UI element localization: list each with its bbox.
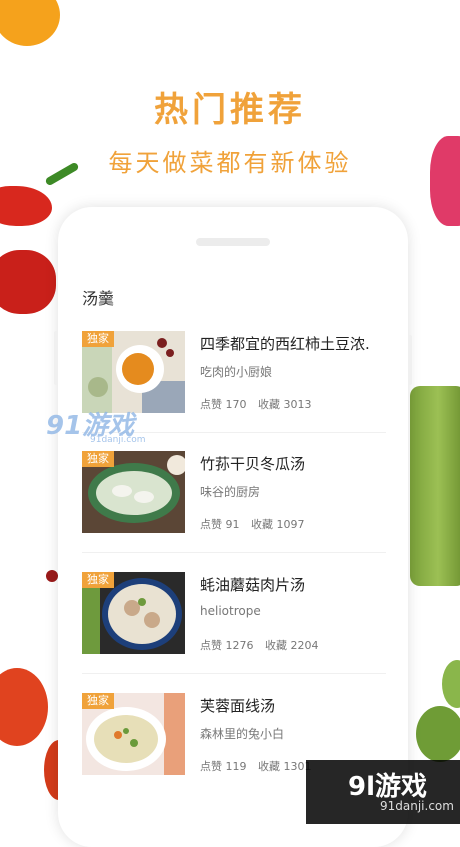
recipe-thumbnail: 独家 [82,693,185,775]
recipe-title: 蚝油蘑菇肉片汤 [200,576,306,594]
cherry-decoration [46,570,58,582]
phone-speaker [196,238,270,246]
recipe-author: 森林里的兔小白 [200,727,285,741]
phone-side-button [54,331,58,385]
favorite-count: 收藏 1097 [251,518,305,531]
recipe-stats: 点赞 170 收藏 3013 [200,396,312,412]
recipe-stats: 点赞 91 收藏 1097 [200,516,305,532]
like-count: 点赞 1276 [200,639,254,652]
list-divider [82,552,386,553]
like-count: 点赞 91 [200,518,240,531]
watermark-logo-left: 91游戏 91danji.com [46,405,145,445]
watermark-corner-logo: 9l游戏 [348,772,428,802]
like-count: 点赞 170 [200,398,247,411]
watermark-corner-url: 91danji.com [380,799,454,813]
recipe-title: 竹荪干贝冬瓜汤 [200,455,306,473]
recipe-author: 味谷的厨房 [200,485,261,499]
page-title: 热门推荐 [154,90,306,130]
recipe-thumbnail: 独家 [82,572,185,654]
recipe-author: 吃肉的小厨娘 [200,365,273,379]
recipe-stats: 点赞 119 收藏 1301 [200,758,312,774]
page-subtitle: 每天做菜都有新体验 [108,149,352,177]
orange-decoration [0,0,60,46]
like-count: 点赞 119 [200,760,247,773]
recipe-item[interactable]: 独家 四季都宜的西红柿土豆浓. 吃肉的小厨娘 点赞 170 收藏 3013 [82,331,412,415]
asparagus-decoration [410,386,460,586]
watermark-url: 91danji.com [90,435,146,445]
favorite-count: 收藏 3013 [258,398,312,411]
exclusive-tag: 独家 [82,331,114,347]
recipe-thumbnail: 独家 [82,331,185,413]
recipe-author: heliotrope [200,604,261,618]
lime-decoration [416,706,460,762]
list-divider [82,673,386,674]
favorite-count: 收藏 1301 [258,760,312,773]
section-title: 汤羹 [82,289,115,308]
recipe-title: 芙蓉面线汤 [200,697,276,715]
recipe-item[interactable]: 独家 竹荪干贝冬瓜汤 味谷的厨房 点赞 91 收藏 1097 [82,451,412,535]
exclusive-tag: 独家 [82,693,114,709]
favorite-count: 收藏 2204 [265,639,319,652]
phone-mockup: 汤羹 独家 四季都宜的西红柿土豆浓. 吃肉的小厨娘 点赞 170 收藏 3013 [54,207,412,847]
red-pepper-decoration [0,186,52,226]
red-pepper-decoration-2 [0,250,56,314]
recipe-item[interactable]: 独家 蚝油蘑菇肉片汤 heliotrope 点赞 1276 收藏 2204 [82,572,412,656]
apple-decoration [442,660,460,708]
recipe-thumbnail: 独家 [82,451,185,533]
exclusive-tag: 独家 [82,572,114,588]
tomato-decoration [0,668,48,746]
recipe-stats: 点赞 1276 收藏 2204 [200,637,319,653]
recipe-title: 四季都宜的西红柿土豆浓. [200,335,370,353]
exclusive-tag: 独家 [82,451,114,467]
